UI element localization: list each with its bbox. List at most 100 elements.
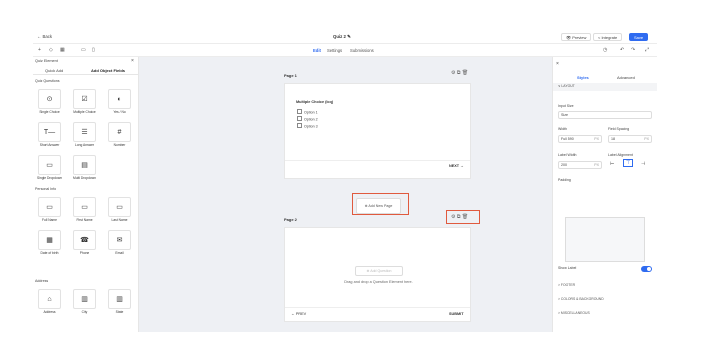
label-width-input[interactable]: 200 PX bbox=[558, 161, 602, 169]
name-field-icon: ▭ bbox=[73, 197, 96, 217]
element-yes-no[interactable]: ◐ Yes / No bbox=[105, 87, 134, 117]
element-address[interactable]: ⌂ Address bbox=[35, 287, 64, 317]
history-icon[interactable]: ◷ bbox=[603, 47, 607, 53]
element-single-dropdown[interactable]: ▭ Single Dropdown bbox=[35, 153, 64, 183]
page-1-card[interactable]: Multiple Choice (Icq) Option 1 Option 2 … bbox=[284, 83, 471, 179]
width-input[interactable]: Full 590 PX bbox=[558, 135, 602, 143]
element-full-name[interactable]: ▭ Full Name bbox=[35, 195, 64, 225]
align-top-icon[interactable]: ⊤ bbox=[623, 159, 634, 167]
add-icon[interactable]: + bbox=[38, 47, 41, 53]
tab-styles[interactable]: Styles bbox=[577, 75, 589, 80]
element-single-choice[interactable]: ⊙ Single Choice bbox=[35, 87, 64, 117]
form-canvas: Page 1 ⚙ ⧉ 🗑 Multiple Choice (Icq) Optio… bbox=[139, 57, 552, 332]
misc-section[interactable]: > MISCELLANEOUS bbox=[558, 311, 590, 315]
back-link[interactable]: ← Back bbox=[37, 34, 52, 39]
editor-window: ← Back Quiz 2 ✎ 👁 Preview < Integrate Sa… bbox=[33, 30, 657, 332]
element-phone[interactable]: ☎ Phone bbox=[70, 228, 99, 258]
add-question-button[interactable]: ⊕ Add Question bbox=[355, 266, 403, 276]
element-last-name[interactable]: ▭ Last Name bbox=[105, 195, 134, 225]
multi-dropdown-icon: ▤ bbox=[73, 155, 96, 175]
element-panel: Quiz Element × Quick Add Add Object Fiel… bbox=[33, 57, 139, 332]
option-3[interactable]: Option 3 bbox=[297, 123, 318, 129]
highlight-box bbox=[446, 210, 480, 224]
next-button[interactable]: NEXT → bbox=[449, 164, 464, 168]
element-long-answer[interactable]: ☰ Long Answer bbox=[70, 120, 99, 150]
question-title[interactable]: Multiple Choice (Icq) bbox=[296, 100, 333, 104]
section-title: Personal Info bbox=[35, 187, 57, 191]
redo-icon[interactable]: ↷ bbox=[631, 47, 635, 53]
unit: PX bbox=[644, 137, 649, 141]
element-city[interactable]: ▥ City bbox=[70, 287, 99, 317]
option-1[interactable]: Option 1 bbox=[297, 109, 318, 115]
submit-button[interactable]: SUBMIT bbox=[449, 312, 464, 316]
integrate-button[interactable]: < Integrate bbox=[593, 33, 623, 41]
input-size-label: Input Size bbox=[558, 104, 574, 108]
align-left-icon[interactable]: ⊢ bbox=[610, 161, 614, 167]
element-label: City bbox=[81, 310, 88, 314]
close-icon[interactable]: × bbox=[556, 61, 559, 67]
undo-icon[interactable]: ↶ bbox=[620, 47, 624, 53]
element-label: Multiple Choice bbox=[73, 110, 96, 114]
unit: PX bbox=[594, 163, 599, 167]
tab-settings[interactable]: Settings bbox=[327, 48, 342, 53]
element-number[interactable]: # Number bbox=[105, 120, 134, 150]
expand-icon[interactable]: ⤢ bbox=[645, 47, 649, 53]
tab-advanced[interactable]: Advanced bbox=[617, 75, 635, 80]
field-spacing-input[interactable]: 18 PX bbox=[608, 135, 652, 143]
tab-submissions[interactable]: Submissions bbox=[350, 48, 374, 53]
name-field-icon: ▭ bbox=[38, 197, 61, 217]
option-2[interactable]: Option 2 bbox=[297, 116, 318, 122]
field-spacing-value: 18 bbox=[611, 137, 615, 141]
padding-label: Padding bbox=[558, 178, 571, 182]
element-email[interactable]: ✉ Email bbox=[105, 228, 134, 258]
section-label: ∨ LAYOUT bbox=[558, 84, 575, 88]
tab-quick-add[interactable]: Quick Add bbox=[45, 68, 63, 73]
tab-edit[interactable]: Edit bbox=[313, 48, 321, 53]
label-alignment-label: Label Alignment bbox=[608, 153, 633, 157]
element-short-answer[interactable]: T— Short Answer bbox=[35, 120, 64, 150]
mobile-view-icon[interactable]: ▯ bbox=[92, 47, 95, 53]
dropdown-icon: ▭ bbox=[38, 155, 61, 175]
element-multiple-choice[interactable]: ☑ Multiple Choice bbox=[70, 87, 99, 117]
tab-add-object-fields[interactable]: Add Object Fields bbox=[91, 68, 125, 73]
label-width-value: 200 bbox=[561, 163, 567, 167]
text-field-icon: T— bbox=[38, 122, 61, 142]
desktop-view-icon[interactable]: ▭ bbox=[81, 47, 86, 53]
align-right-icon[interactable]: ⊣ bbox=[641, 161, 645, 167]
element-state[interactable]: ▥ State bbox=[105, 287, 134, 317]
show-label-toggle[interactable] bbox=[641, 266, 652, 272]
element-first-name[interactable]: ▭ First Name bbox=[70, 195, 99, 225]
element-label: Single Choice bbox=[39, 110, 60, 114]
layout-section-header[interactable]: ∨ LAYOUT bbox=[553, 83, 657, 91]
prev-button[interactable]: ← PREV bbox=[291, 312, 306, 316]
footer-section[interactable]: > FOOTER bbox=[558, 283, 575, 287]
width-label: Width bbox=[558, 127, 567, 131]
element-label: Email bbox=[115, 251, 124, 255]
close-icon[interactable]: × bbox=[131, 58, 134, 64]
highlight-box bbox=[352, 193, 409, 215]
number-icon: # bbox=[108, 122, 131, 142]
unit: PX bbox=[594, 137, 599, 141]
preview-button[interactable]: 👁 Preview bbox=[561, 33, 592, 41]
padding-box-model[interactable] bbox=[565, 217, 645, 262]
input-size-select[interactable]: Size bbox=[558, 111, 652, 119]
layers-icon[interactable]: ◇ bbox=[49, 47, 53, 53]
element-date-of-birth[interactable]: ▦ Date of birth bbox=[35, 228, 64, 258]
show-label-label: Show Label bbox=[558, 266, 577, 270]
divider bbox=[285, 160, 470, 161]
page-2-card[interactable]: ⊕ Add Question Drag and drop a Question … bbox=[284, 227, 471, 322]
toggle-icon: ◐ bbox=[108, 89, 131, 109]
page-actions-icons[interactable]: ⚙ ⧉ 🗑 bbox=[451, 70, 468, 76]
save-button[interactable]: Save bbox=[629, 33, 649, 41]
element-label: Phone bbox=[79, 251, 90, 255]
name-field-icon: ▭ bbox=[108, 197, 131, 217]
page-1-label: Page 1 bbox=[284, 73, 297, 78]
drop-zone-text: Drag and drop a Question Element here. bbox=[344, 280, 413, 284]
element-label: Date of birth bbox=[40, 251, 59, 255]
city-icon: ▥ bbox=[73, 289, 96, 309]
colors-section[interactable]: > COLORS & BACKGROUND bbox=[558, 297, 604, 301]
quiz-title[interactable]: Quiz 2 ✎ bbox=[333, 34, 351, 40]
element-multi-dropdown[interactable]: ▤ Multi Dropdown bbox=[70, 153, 99, 183]
style-panel: × Styles Advanced ∨ LAYOUT Input Size Si… bbox=[552, 57, 657, 332]
grid-icon[interactable]: ▦ bbox=[60, 47, 65, 53]
